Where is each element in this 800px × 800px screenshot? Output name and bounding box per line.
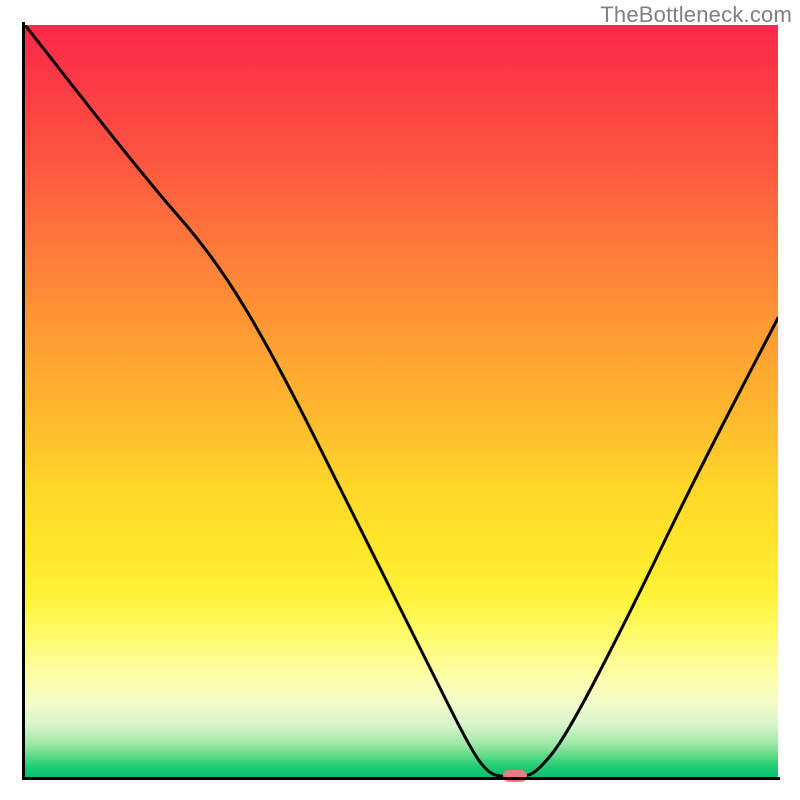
chart-canvas: TheBottleneck.com <box>0 0 800 800</box>
minimum-marker <box>503 770 527 782</box>
watermark-text: TheBottleneck.com <box>600 2 792 28</box>
y-axis-border <box>22 22 25 780</box>
x-axis-border <box>22 777 780 780</box>
bottleneck-curve <box>25 25 778 778</box>
curve-path <box>25 25 778 777</box>
